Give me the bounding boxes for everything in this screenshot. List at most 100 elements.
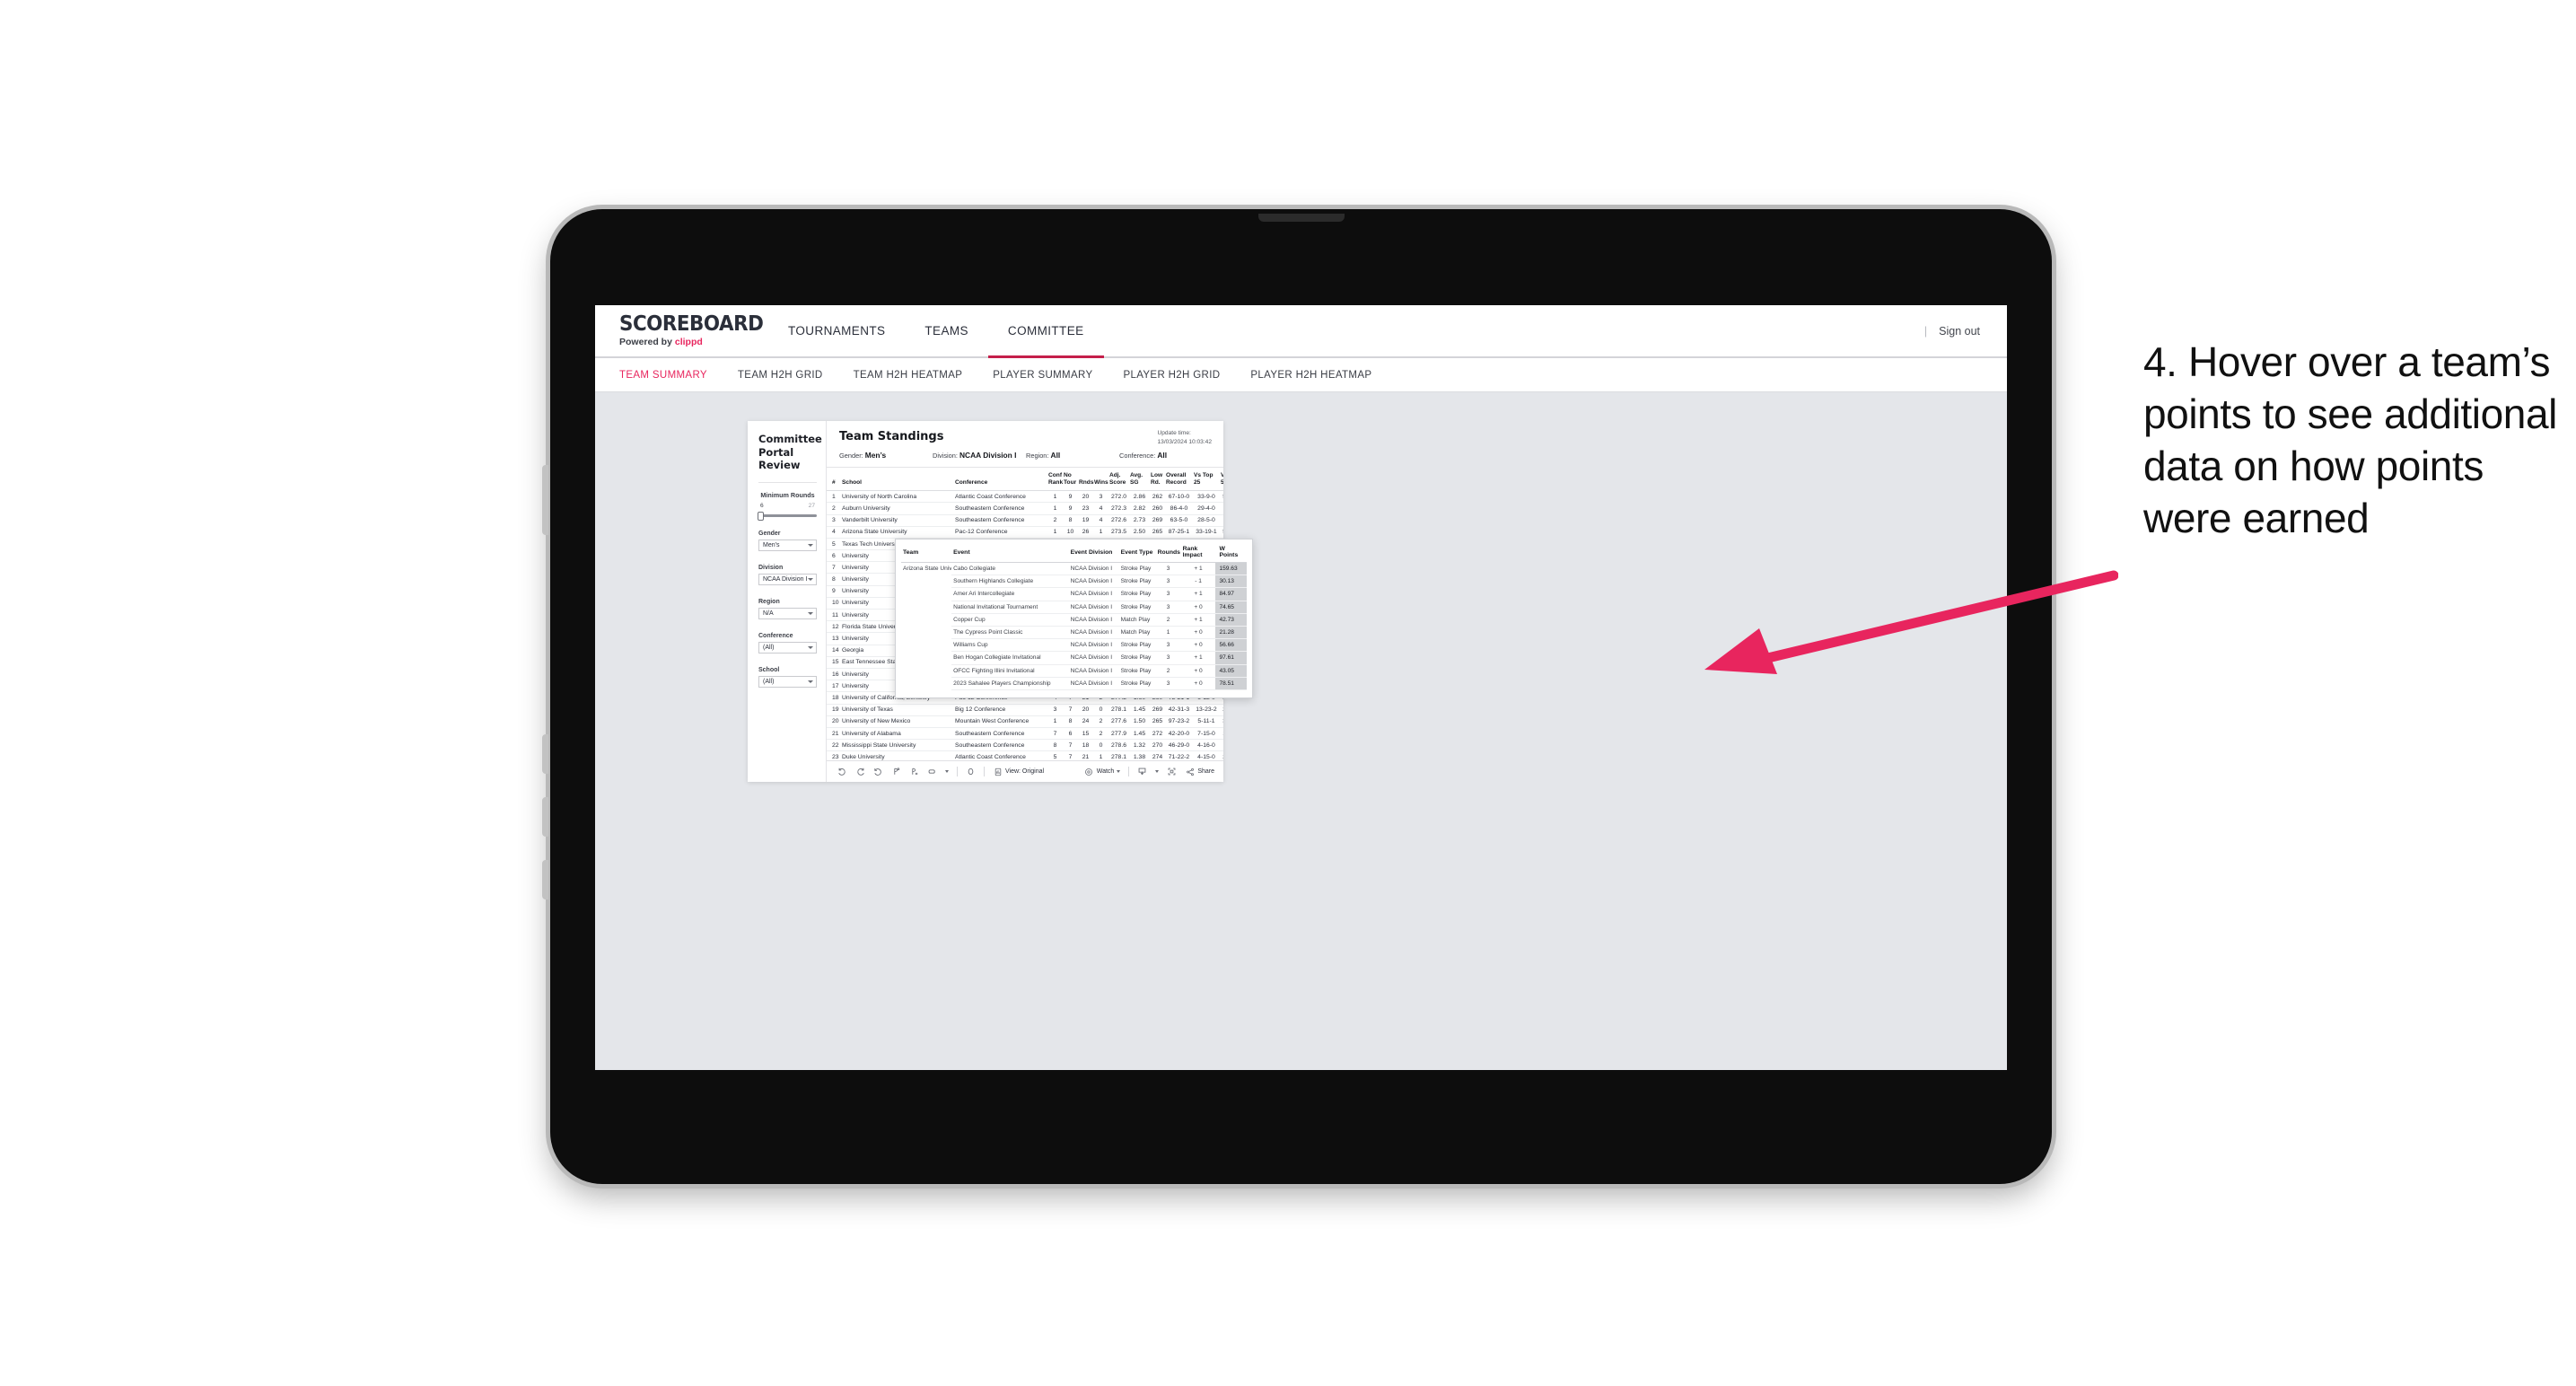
tooltip-rank-impact: + 0	[1180, 638, 1216, 653]
nav-item-committee[interactable]: COMMITTEE	[987, 305, 1104, 358]
col-low-rd[interactable]: Low Rd.	[1151, 468, 1166, 492]
nav-item-teams[interactable]: TEAMS	[905, 305, 988, 358]
fullscreen-icon[interactable]	[1167, 767, 1177, 776]
col-vs-top-25[interactable]: Vs Top 25	[1194, 468, 1221, 492]
tab-team-summary[interactable]: TEAM SUMMARY	[619, 370, 707, 381]
row-vs-top-50: 32-19-2	[1221, 715, 1223, 728]
tooltip-w-points: 159.63	[1215, 562, 1247, 576]
view-original-button[interactable]: View: Original	[993, 767, 1044, 776]
pan-icon[interactable]	[927, 767, 937, 776]
table-row[interactable]: 19 University of Texas Big 12 Conference 3 7…	[827, 704, 1223, 716]
row-vs-top-25: 4-16-0	[1194, 739, 1221, 752]
col-wins[interactable]: Wins	[1094, 468, 1109, 492]
tooltip-event-type: Stroke Play	[1118, 638, 1156, 653]
tip-col-event-type: Event Type	[1118, 543, 1156, 563]
row-low-rd: 274	[1151, 750, 1166, 760]
undo-icon[interactable]	[837, 767, 847, 776]
row-low-rd: 270	[1151, 739, 1166, 752]
minimum-rounds-label: Minimum Rounds	[760, 491, 815, 500]
table-row[interactable]: 1 University of North Carolina Atlantic Co…	[827, 490, 1223, 504]
row-conference: Mountain West Conference	[955, 715, 1048, 728]
row-rnds: 15	[1079, 727, 1094, 741]
share-button[interactable]: Share	[1185, 767, 1214, 776]
tab-player-h2h-heatmap[interactable]: PLAYER H2H HEATMAP	[1250, 370, 1371, 381]
tab-team-h2h-heatmap[interactable]: TEAM H2H HEATMAP	[854, 370, 963, 381]
pan-dropdown-caret-icon[interactable]	[945, 770, 949, 773]
highlight-icon[interactable]	[966, 767, 976, 776]
filter-gender: Gender Men’s	[758, 531, 817, 552]
tooltip-event: The Cypress Point Classic	[951, 626, 1069, 640]
gender-select[interactable]: Men’s	[758, 539, 817, 552]
table-row[interactable]: 22 Mississippi State University Southeaste…	[827, 739, 1223, 752]
tab-player-summary[interactable]: PLAYER SUMMARY	[993, 370, 1092, 381]
col-adj-score[interactable]: Adj. Score	[1109, 468, 1130, 492]
row-conf-rank: 1	[1048, 502, 1064, 515]
slider-handle[interactable]	[758, 511, 764, 521]
row-wins: 4	[1094, 502, 1109, 515]
table-row[interactable]: 4 Arizona State University Pac-12 Conferen…	[827, 526, 1223, 539]
row-overall-record: 97-23-2	[1166, 715, 1194, 728]
row-overall-record: 86-4-0	[1166, 502, 1194, 515]
row-school: Auburn University	[842, 502, 955, 515]
table-row[interactable]: 3 Vanderbilt University Southeastern Confe…	[827, 514, 1223, 527]
row-no-tour: 7	[1064, 704, 1079, 716]
row-vs-top-25: 4-15-0	[1194, 750, 1221, 760]
tooltip-rounds: 2	[1155, 613, 1181, 627]
slider-max-value: 27	[808, 503, 815, 510]
row-no-tour: 8	[1064, 715, 1079, 728]
row-adj-score: 278.6	[1109, 739, 1130, 752]
col-no-tour[interactable]: No Tour	[1064, 468, 1079, 492]
region-select[interactable]: N/A	[758, 608, 817, 620]
tooltip-w-points: 21.28	[1215, 626, 1247, 640]
tooltip-event-division: NCAA Division I	[1068, 613, 1119, 627]
conference-select[interactable]: (All)	[758, 642, 817, 654]
col-avg-sg[interactable]: Avg. SG	[1130, 468, 1151, 492]
col-vs-top-50[interactable]: Vs Top 50	[1221, 468, 1223, 492]
tooltip-event-division: NCAA Division I	[1068, 651, 1119, 665]
col-rnds[interactable]: Rnds	[1079, 468, 1094, 492]
col-school[interactable]: School	[842, 468, 955, 492]
brand-logo[interactable]: SCOREBOARD Powered by clippd	[595, 305, 768, 356]
col-conf-rank[interactable]: Conf Rank	[1048, 468, 1064, 492]
refresh-icon[interactable]	[891, 767, 901, 776]
tooltip-event-type: Stroke Play	[1118, 677, 1156, 690]
school-select[interactable]: (All)	[758, 676, 817, 689]
table-row[interactable]: 20 University of New Mexico Mountain West …	[827, 715, 1223, 728]
main-navigation: TOURNAMENTS TEAMS COMMITTEE	[768, 305, 1104, 358]
tooltip-event-type: Match Play	[1118, 626, 1156, 640]
col-conference[interactable]: Conference	[955, 468, 1048, 492]
filter-division: Division NCAA Division I	[758, 565, 817, 586]
tooltip-event-type: Stroke Play	[1118, 664, 1156, 678]
toolbar-divider-3	[1128, 767, 1130, 776]
tooltip-w-points: 56.66	[1215, 638, 1247, 653]
row-no-tour: 7	[1064, 750, 1079, 760]
col-overall-record[interactable]: Overall Record	[1166, 468, 1194, 492]
table-row[interactable]: 21 University of Alabama Southeastern Conf…	[827, 727, 1223, 741]
minimum-rounds-slider[interactable]	[758, 511, 817, 521]
revert-icon[interactable]	[873, 767, 883, 776]
row-overall-record: 63-5-0	[1166, 514, 1194, 527]
sign-out-link[interactable]: Sign out	[1939, 325, 1980, 338]
tooltip-w-points: 74.65	[1215, 601, 1247, 614]
row-vs-top-50: 17-19-0	[1221, 727, 1223, 741]
row-wins: 0	[1094, 704, 1109, 716]
nav-item-tournaments[interactable]: TOURNAMENTS	[768, 305, 905, 358]
watch-button[interactable]: Watch	[1084, 767, 1121, 776]
row-adj-score: 277.9	[1109, 727, 1130, 741]
download-dropdown-caret-icon[interactable]	[1155, 770, 1160, 773]
pause-refresh-icon[interactable]	[909, 767, 919, 776]
tab-team-h2h-grid[interactable]: TEAM H2H GRID	[738, 370, 823, 381]
download-icon[interactable]	[1137, 767, 1147, 776]
table-row[interactable]: 23 Duke University Atlantic Coast Conferen…	[827, 750, 1223, 760]
col-rank[interactable]: #	[827, 468, 842, 492]
tooltip-event-division: NCAA Division I	[1068, 638, 1119, 653]
table-row[interactable]: 2 Auburn University Southeastern Conferenc…	[827, 502, 1223, 515]
redo-icon[interactable]	[855, 767, 865, 776]
tab-player-h2h-grid[interactable]: PLAYER H2H GRID	[1123, 370, 1220, 381]
row-vs-top-25: 13-23-2	[1194, 704, 1221, 716]
meta-gender-label: Gender:	[839, 452, 863, 460]
tooltip-event-type: Stroke Play	[1118, 562, 1156, 576]
toolbar-divider-2	[984, 767, 985, 776]
meta-conference-value: All	[1157, 451, 1168, 460]
division-select[interactable]: NCAA Division I	[758, 574, 817, 586]
